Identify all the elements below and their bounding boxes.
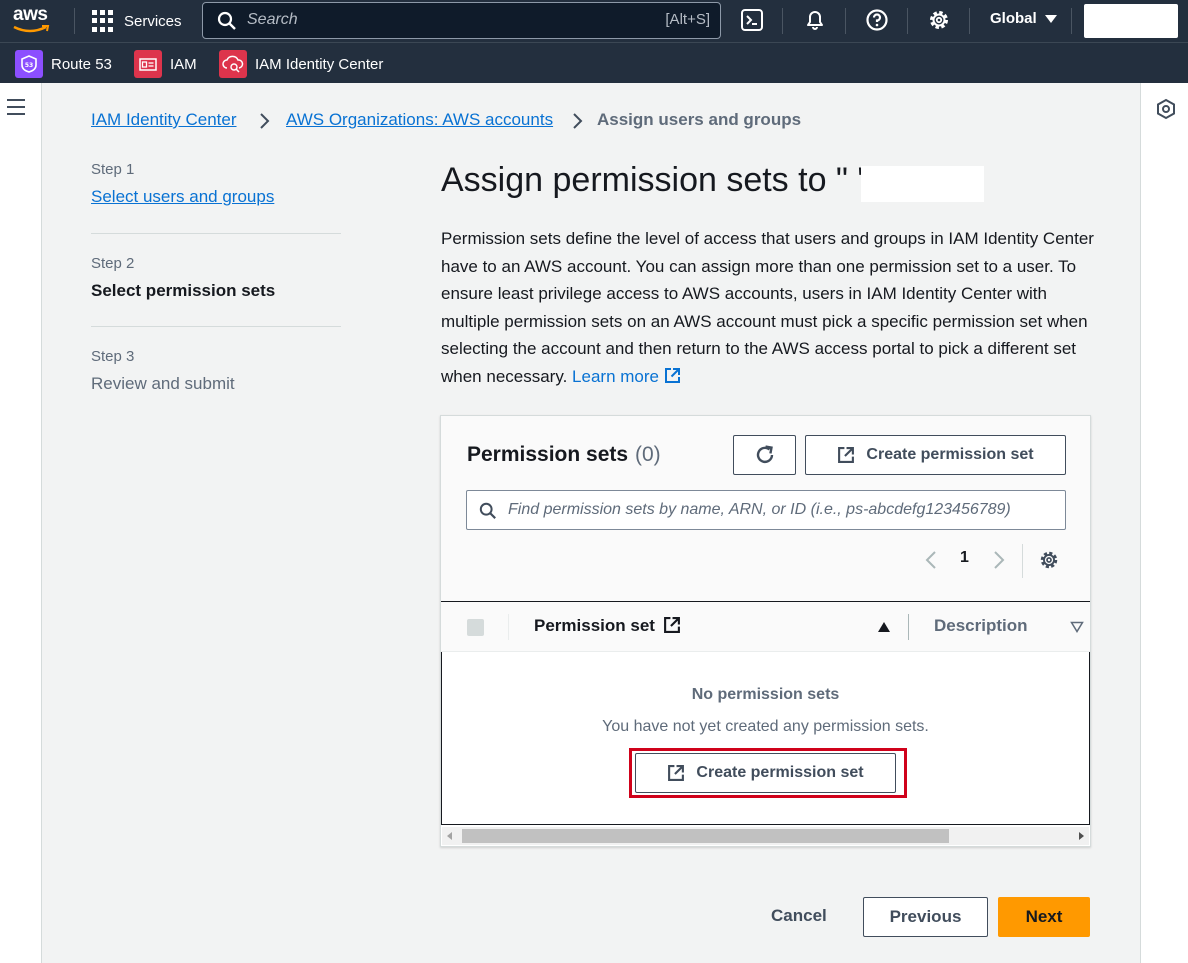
permission-sets-filter-input[interactable]: Find permission sets by name, ARN, or ID…: [466, 490, 1066, 530]
breadcrumb-current: Assign users and groups: [597, 110, 802, 129]
redacted-account-name: [861, 166, 984, 202]
refresh-icon: [756, 445, 773, 464]
step-2-title: Select permission sets: [91, 281, 276, 300]
bell-icon[interactable]: [803, 8, 829, 34]
select-all-checkbox[interactable]: [467, 619, 484, 636]
caret-down-icon: [1044, 14, 1057, 23]
step-1-number: Step 1: [91, 161, 135, 178]
nav-divider: [74, 8, 75, 34]
favorite-iam[interactable]: IAM: [134, 50, 197, 78]
route53-icon: 53: [15, 50, 43, 78]
page-title: Assign permission sets to " ": [441, 161, 870, 199]
region-label: Global: [990, 10, 1037, 27]
refresh-button[interactable]: [733, 435, 796, 475]
horizontal-scrollbar[interactable]: [442, 827, 1089, 845]
scroll-right-arrow-icon[interactable]: [1079, 832, 1084, 840]
step-divider: [91, 233, 341, 234]
step-2-number: Step 2: [91, 255, 135, 272]
left-rail: [0, 83, 42, 963]
panel-count: (0): [635, 443, 661, 466]
search-icon: [479, 502, 496, 519]
favorite-route53[interactable]: 53 Route 53: [15, 50, 112, 78]
search-icon: [217, 11, 236, 30]
column-permission-set[interactable]: Permission set: [534, 616, 681, 636]
breadcrumb-aws-accounts[interactable]: AWS Organizations: AWS accounts: [286, 110, 553, 130]
empty-state-subtitle: You have not yet created any permission …: [602, 718, 929, 735]
sort-ascending-icon[interactable]: [877, 621, 891, 633]
scrollbar-thumb[interactable]: [462, 829, 949, 843]
search-input[interactable]: Search [Alt+S]: [202, 2, 721, 39]
step-1-link[interactable]: Select users and groups: [91, 187, 274, 207]
step-3-number: Step 3: [91, 348, 135, 365]
current-page[interactable]: 1: [960, 549, 969, 567]
column-description[interactable]: Description: [934, 616, 1028, 636]
chevron-right-icon: [573, 113, 583, 129]
sort-descending-icon[interactable]: [1070, 621, 1084, 633]
gear-icon[interactable]: [1038, 549, 1060, 571]
table-header: Permission set Description: [441, 601, 1090, 652]
cloudshell-icon[interactable]: [740, 8, 766, 34]
cancel-button[interactable]: Cancel: [771, 906, 827, 926]
aws-smile-icon: [13, 25, 50, 33]
iam-icon: [134, 50, 162, 78]
chevron-right-icon: [260, 113, 270, 129]
external-link-icon: [838, 447, 855, 463]
services-menu-button[interactable]: Services: [92, 8, 182, 34]
page-description: Permission sets define the level of acce…: [441, 229, 1094, 386]
help-icon[interactable]: [865, 8, 891, 34]
next-page-icon[interactable]: [993, 550, 1005, 570]
search-placeholder: Search: [247, 11, 298, 28]
right-rail: [1140, 83, 1188, 963]
learn-more-link[interactable]: Learn more: [572, 367, 681, 386]
previous-button[interactable]: Previous: [863, 897, 988, 937]
table-body: [441, 652, 1090, 825]
breadcrumb-iam-identity-center[interactable]: IAM Identity Center: [91, 110, 237, 130]
permission-sets-panel: Permission sets (0) Create permission se…: [440, 415, 1091, 847]
services-label: Services: [124, 12, 182, 30]
cloudshell-help-panel-icon[interactable]: [1155, 98, 1177, 120]
svg-text:53: 53: [25, 62, 33, 69]
region-selector[interactable]: Global: [990, 10, 1057, 27]
step-divider: [91, 326, 341, 327]
scroll-left-arrow-icon[interactable]: [447, 832, 452, 840]
top-navigation: aws Services Search [Alt+S] Global: [0, 0, 1188, 42]
annotation-highlight-box: [629, 748, 907, 798]
panel-title: Permission sets: [467, 443, 629, 466]
next-button[interactable]: Next: [998, 897, 1090, 937]
step-3-title: Review and submit: [91, 374, 235, 393]
grid-icon: [92, 10, 114, 32]
aws-logo[interactable]: aws: [12, 4, 56, 36]
gear-icon[interactable]: [927, 8, 953, 34]
create-permission-set-button[interactable]: Create permission set: [805, 435, 1066, 475]
account-menu-button[interactable]: [1084, 4, 1178, 38]
previous-page-icon[interactable]: [925, 550, 937, 570]
external-link-icon: [664, 367, 680, 383]
empty-state-title: No permission sets: [691, 686, 840, 703]
favorite-iam-identity-center[interactable]: IAM Identity Center: [219, 50, 383, 78]
external-link-icon: [663, 617, 680, 633]
identity-center-icon: [219, 50, 247, 78]
menu-icon[interactable]: [7, 99, 25, 115]
search-shortcut: [Alt+S]: [665, 11, 710, 28]
